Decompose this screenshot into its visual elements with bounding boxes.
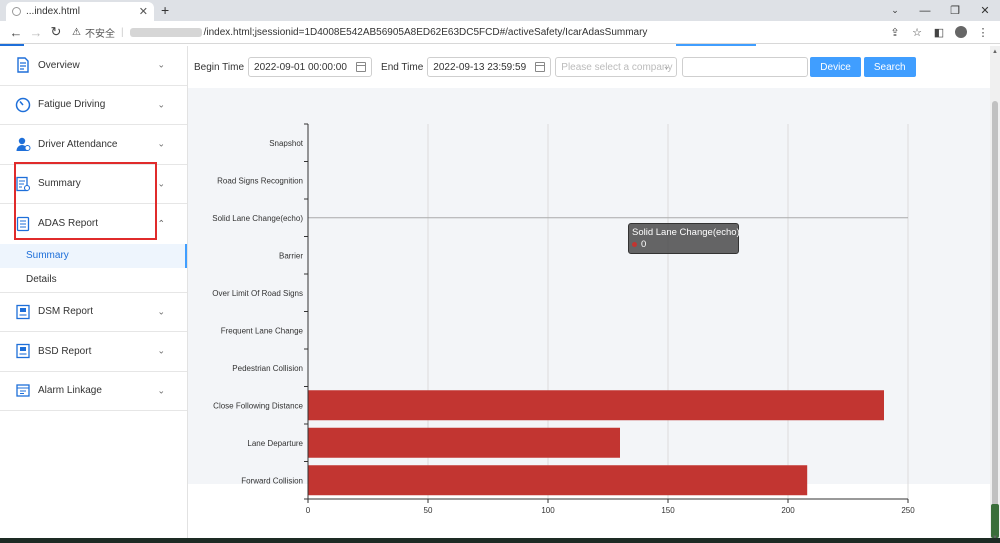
tab-favicon-icon [12,7,21,16]
summary-doc-icon [16,176,31,191]
bookmark-star-icon[interactable]: ☆ [906,26,928,39]
bsd-report-icon [16,344,30,359]
redacted-host [129,27,202,37]
back-icon[interactable]: ← [6,25,26,40]
chevron-down-icon[interactable]: ⌄ [157,306,165,317]
new-tab-icon[interactable]: + [161,2,169,18]
close-tab-icon[interactable]: ✕ [139,5,148,18]
main-content: Begin Time 2022-09-01 00:00:00 End Time … [188,46,990,543]
profile-avatar-icon[interactable] [955,26,967,38]
sidebar-item-summary[interactable]: Summary ⌄ [0,165,187,204]
category-label: Pedestrian Collision [232,364,303,373]
share-icon[interactable]: ⇪ [884,26,906,39]
category-label: Solid Lane Change(echo) [212,214,303,223]
overview-icon [17,57,29,73]
chevron-down-icon[interactable]: ⌄ [157,346,165,357]
page-scrollbar[interactable]: ▲ ▼ [990,46,1000,543]
url-text: /index.html;jsessionid=1D4008E542AB56905… [203,26,648,38]
chart-tooltip: Solid Lane Change(echo) 0 [628,223,740,254]
submenu-item-summary[interactable]: Summary [0,243,187,268]
dsm-report-icon [16,304,30,319]
x-tick-label: 200 [781,506,795,515]
browser-tab-bar: ...index.html ✕ + ⌄ — ❐ ✕ [0,0,1000,21]
adas-report-submenu: Summary Details [0,243,187,293]
category-label: Frequent Lane Change [221,326,304,335]
window-controls: ⌄ — ❐ ✕ [880,0,1000,21]
gauge-icon [15,97,31,112]
chevron-down-icon[interactable]: ⌄ [157,60,165,71]
address-bar: ← → ↻ ⚠ 不安全 | /index.html;jsessionid=1D4… [0,21,1000,44]
sidebar-item-driver-attendance[interactable]: Driver Attendance ⌄ [0,125,187,165]
tooltip-value: 0 [641,239,647,250]
tab-search-icon[interactable]: ⌄ [880,0,910,21]
category-label: Lane Departure [247,439,303,448]
sidebar-item-dsm-report[interactable]: DSM Report ⌄ [0,293,187,332]
category-label: Forward Collision [241,476,303,485]
x-tick-label: 0 [306,506,311,515]
x-tick-labels: 0 50 100 150 200 250 [306,506,915,515]
category-labels: Forward Collision Lane Departure Close Fol… [212,139,304,486]
scroll-widget [991,504,999,538]
url-field[interactable]: ⚠ 不安全 | /index.html;jsessionid=1D4008E54… [72,25,884,40]
sidebar-item-bsd-report[interactable]: BSD Report ⌄ [0,332,187,372]
tooltip-series-dot [632,242,637,247]
tooltip-title: Solid Lane Change(echo) [632,227,740,238]
chart-bars [308,390,884,496]
os-taskbar [0,538,1000,543]
tab-title: ...index.html [26,6,80,17]
x-tick-label: 150 [661,506,675,515]
close-window-icon[interactable]: ✕ [970,0,1000,21]
driver-icon [16,138,31,152]
sidebar-item-fatigue-driving[interactable]: Fatigue Driving ⌄ [0,86,187,125]
side-panel-icon[interactable]: ◧ [928,26,950,39]
sidebar-item-overview[interactable]: Overview ⌄ [0,46,187,86]
restore-icon[interactable]: ❐ [940,0,970,21]
bar-close-following-distance[interactable] [308,390,884,421]
chevron-down-icon[interactable]: ⌄ [157,139,165,150]
category-label: Over Limit Of Road Signs [212,289,303,298]
warning-icon[interactable]: ⚠ [72,27,81,38]
category-label: Close Following Distance [213,401,303,410]
chevron-down-icon[interactable]: ⌄ [157,385,165,396]
chevron-down-icon[interactable]: ⌄ [157,99,165,110]
alarm-linkage-icon [16,384,30,397]
browser-menu-icon[interactable]: ⋮ [972,26,994,39]
reload-icon[interactable]: ↻ [46,24,66,40]
browser-tab[interactable]: ...index.html ✕ [6,2,154,21]
sidebar-menu: Overview ⌄ Fatigue Driving ⌄ Driver Atte… [0,46,188,543]
sidebar-item-adas-report[interactable]: ADAS Report ⌃ [0,204,187,244]
x-tick-label: 50 [424,506,433,515]
scrollbar-thumb[interactable] [992,101,998,511]
bar-lane-departure[interactable] [308,427,620,458]
x-tick-label: 250 [901,506,915,515]
chevron-down-icon[interactable]: ⌄ [157,178,165,189]
scroll-up-icon[interactable]: ▲ [992,49,998,55]
security-label[interactable]: 不安全 [85,25,115,40]
x-tick-label: 100 [541,506,555,515]
submenu-item-details[interactable]: Details [0,268,187,292]
adas-bar-chart: Forward Collision Lane Departure Close Fol… [212,123,915,515]
submenu-item-label: Summary [26,250,69,261]
submenu-item-label: Details [26,274,57,285]
bar-forward-collision[interactable] [308,465,808,496]
adas-report-icon [16,216,30,231]
category-label: Snapshot [269,139,304,148]
category-label: Barrier [279,251,303,260]
sidebar-item-alarm-linkage[interactable]: Alarm Linkage ⌄ [0,372,187,411]
chevron-up-icon[interactable]: ⌃ [157,218,165,229]
minimize-icon[interactable]: — [910,0,940,21]
forward-icon[interactable]: → [26,25,46,40]
category-label: Road Signs Recognition [217,176,303,185]
